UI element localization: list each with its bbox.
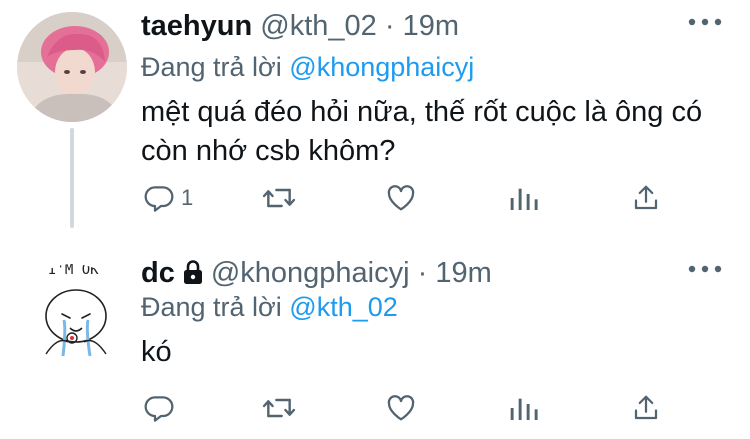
reply-button[interactable]	[143, 392, 175, 424]
share-button[interactable]	[631, 392, 661, 424]
more-icon	[688, 265, 722, 273]
lock-icon	[181, 259, 205, 293]
tweet-header: dc @khongphaicyj · 19m	[141, 257, 492, 293]
display-name[interactable]: dc	[141, 257, 175, 289]
reply-icon	[144, 396, 174, 422]
like-icon	[387, 395, 415, 421]
replying-to: Đang trả lời @kth_02	[141, 292, 398, 323]
share-icon	[634, 395, 658, 420]
retweet-button[interactable]	[261, 392, 297, 424]
retweet-icon	[262, 398, 296, 418]
mention-link[interactable]: @kth_02	[289, 292, 397, 322]
analytics-button[interactable]	[509, 392, 539, 424]
tweet[interactable]: I'M OK dc @khongphaicyj · 19m Đang trả lờ…	[0, 0, 750, 439]
replying-prefix: Đang trả lời	[141, 292, 282, 322]
avatar[interactable]: I'M OK	[18, 264, 128, 374]
user-handle[interactable]: @khongphaicyj	[211, 257, 410, 289]
avatar-caption: I'M OK	[48, 264, 99, 278]
analytics-icon	[510, 398, 538, 420]
tweet-text: kó	[141, 333, 731, 372]
like-button[interactable]	[385, 392, 417, 424]
avatar-cartoon	[18, 264, 128, 374]
action-bar	[141, 392, 681, 432]
separator-dot: ·	[417, 257, 428, 289]
tweet-text-line: kó	[141, 336, 172, 368]
timestamp[interactable]: 19m	[435, 257, 491, 289]
more-button[interactable]	[688, 261, 722, 279]
